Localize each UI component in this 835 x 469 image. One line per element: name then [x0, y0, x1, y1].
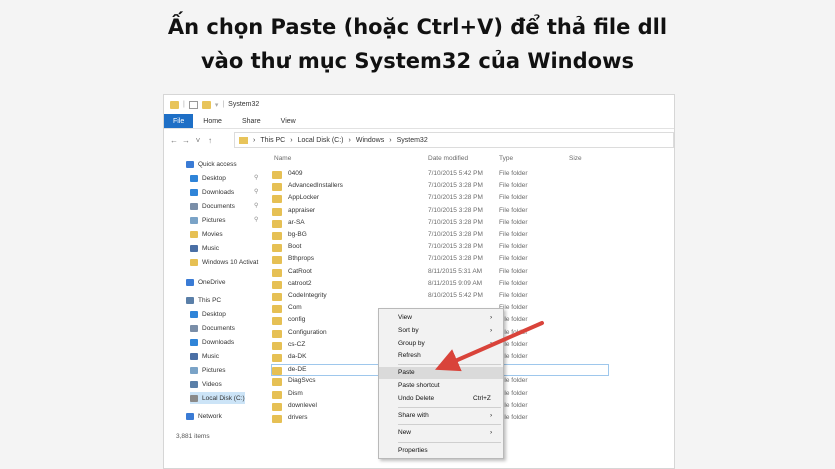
heading-line-1: Ấn chọn Paste (hoặc Ctrl+V) để thả file …: [167, 15, 668, 39]
heading-line-2: vào thư mục System32 của Windows: [200, 49, 634, 73]
red-arrow-icon: [435, 321, 544, 372]
article-heading: Ấn chọn Paste (hoặc Ctrl+V) để thả file …: [0, 10, 835, 78]
annotation-arrow: [435, 321, 544, 372]
file-explorer-screenshot: | ▾ | System32 File Home Share View ← → ˅ ↑…: [163, 94, 675, 469]
